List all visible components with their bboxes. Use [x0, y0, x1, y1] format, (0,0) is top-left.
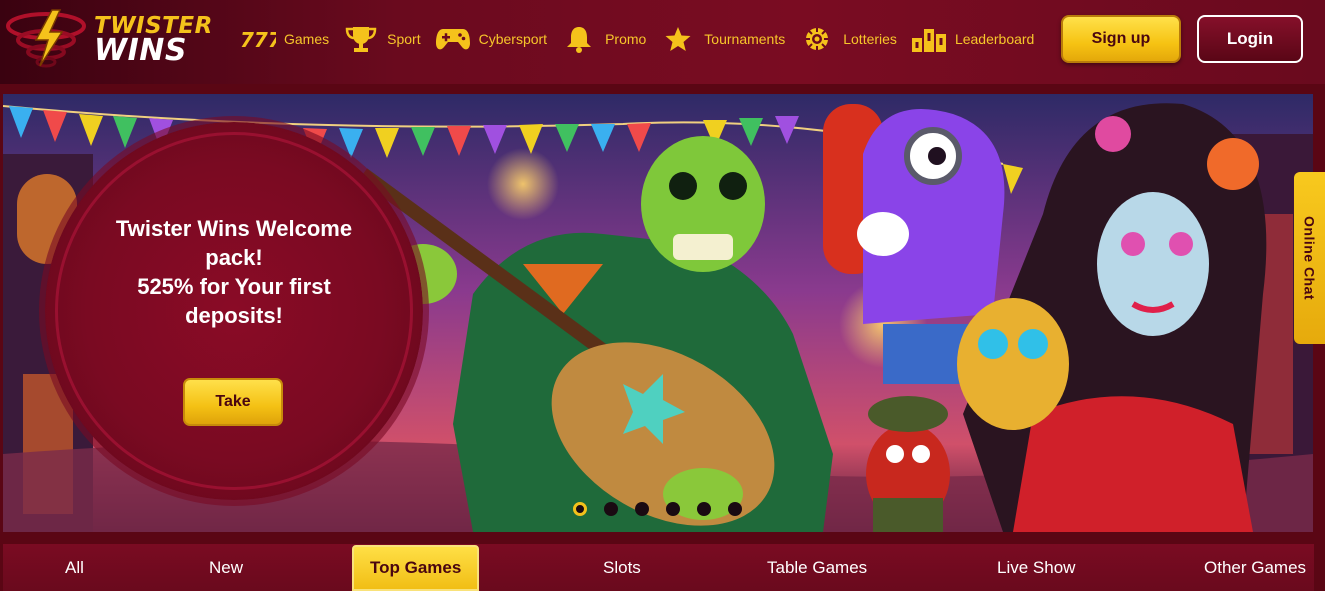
nav-item-leaderboard[interactable]: Leaderboard — [911, 24, 1034, 54]
logo-wordmark-bottom: WINS — [94, 33, 187, 69]
tab-top-games[interactable]: Top Games — [352, 545, 480, 591]
tab-live-show[interactable]: Live Show — [997, 558, 1075, 578]
trophy-icon — [343, 24, 379, 54]
tab-new[interactable]: New — [209, 558, 243, 578]
game-category-tabs: All New Top Games Slots Table Games Live… — [3, 544, 1314, 591]
online-chat-label: Online Chat — [1301, 215, 1318, 301]
nav-label: Promo — [605, 31, 647, 47]
site-logo[interactable]: TWISTER WINS — [6, 6, 212, 78]
online-chat-button[interactable]: Online Chat — [1294, 172, 1325, 344]
carousel-dot[interactable] — [604, 502, 618, 516]
svg-text:777: 777 — [240, 28, 276, 51]
gamepad-icon — [435, 24, 471, 54]
signup-button[interactable]: Sign up — [1061, 15, 1181, 63]
tab-all[interactable]: All — [65, 558, 84, 578]
nav-label: Leaderboard — [954, 31, 1035, 47]
promo-title-line: 525% for Your first — [137, 274, 331, 299]
nav-label: Lotteries — [843, 31, 897, 47]
nav-label: Sport — [387, 31, 421, 47]
carousel-dot[interactable] — [573, 502, 587, 516]
take-bonus-button[interactable]: Take — [183, 378, 283, 426]
site-header: TWISTER WINS 777 Games Sport Cybersport — [0, 0, 1325, 84]
promo-panel: Twister Wins Welcome pack! 525% for Your… — [45, 122, 423, 500]
login-button[interactable]: Login — [1197, 15, 1303, 63]
promo-title-line: deposits! — [185, 303, 283, 328]
nav-item-tournaments[interactable]: Tournaments — [660, 24, 785, 54]
main-nav: 777 Games Sport Cybersport Promo — [240, 22, 1048, 56]
carousel-dots — [573, 502, 759, 516]
nav-label: Cybersport — [478, 31, 548, 47]
star-icon — [660, 24, 696, 54]
nav-item-promo[interactable]: Promo — [561, 24, 646, 54]
nav-item-cybersport[interactable]: Cybersport — [435, 24, 547, 54]
promo-title-line: Twister Wins Welcome — [115, 216, 353, 241]
carousel-dot[interactable] — [697, 502, 711, 516]
carousel-dot[interactable] — [666, 502, 680, 516]
podium-icon — [911, 24, 947, 54]
tornado-logo-icon — [6, 9, 86, 68]
nav-label: Games — [284, 31, 330, 47]
tab-table-games[interactable]: Table Games — [767, 558, 867, 578]
slot-777-icon: 777 — [240, 24, 276, 54]
hero-banner[interactable]: Twister Wins Welcome pack! 525% for Your… — [3, 94, 1313, 532]
lottery-ball-icon — [799, 24, 835, 54]
carousel-dot[interactable] — [728, 502, 742, 516]
nav-label: Tournaments — [704, 31, 786, 47]
nav-item-lotteries[interactable]: Lotteries — [799, 24, 897, 54]
nav-item-sport[interactable]: Sport — [343, 24, 421, 54]
nav-item-games[interactable]: 777 Games — [240, 24, 329, 54]
promo-title: Twister Wins Welcome pack! 525% for Your… — [97, 214, 371, 330]
promo-title-line: pack! — [205, 245, 263, 270]
bell-icon — [561, 24, 597, 54]
tab-slots[interactable]: Slots — [603, 558, 641, 578]
tab-other-games[interactable]: Other Games — [1204, 558, 1306, 578]
carousel-dot[interactable] — [635, 502, 649, 516]
